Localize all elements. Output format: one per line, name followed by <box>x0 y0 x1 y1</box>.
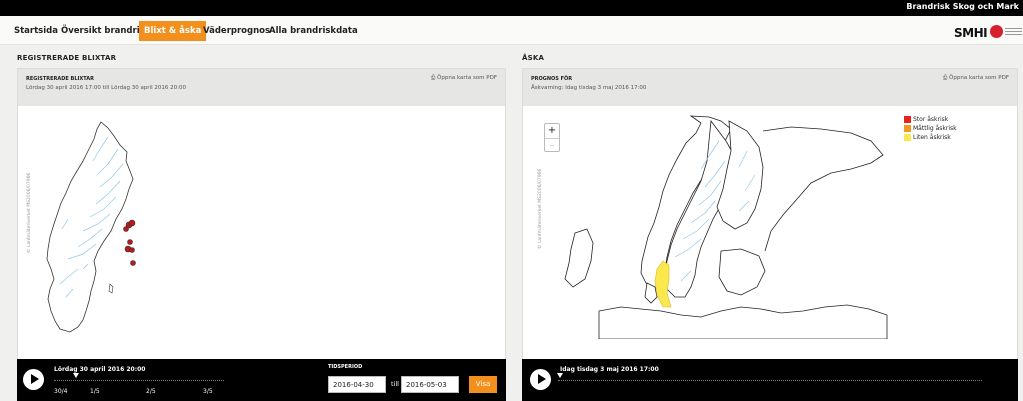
msb-logo <box>990 25 1003 38</box>
top-bar: Brandrisk Skog och Mark <box>0 0 1023 16</box>
open-pdf-link[interactable]: ⎙ Öppna karta som PDF <box>431 75 497 82</box>
play-button[interactable] <box>23 369 44 390</box>
brand-title: Brandrisk Skog och Mark <box>906 2 1019 11</box>
lightning-dot <box>123 226 129 232</box>
scrubber-thumb[interactable] <box>73 373 79 378</box>
map-copyright: © Lantmäteriverket MS2006/07966 <box>538 168 543 249</box>
time-scrubber[interactable] <box>54 380 224 381</box>
thunder-player: Idag tisdag 3 maj 2016 17:00 <box>522 359 1018 401</box>
lightning-box-header: REGISTRERADE BLIXTAR Lördag 30 april 201… <box>18 69 505 106</box>
lightning-map-box: REGISTRERADE BLIXTAR Lördag 30 april 201… <box>17 68 506 379</box>
thunder-box-header: PROGNOS FÖR Åskvarning: Idag tisdag 3 ma… <box>523 69 1017 106</box>
till-label: till <box>391 380 399 388</box>
msb-logo-text <box>1005 26 1022 37</box>
from-date-input[interactable] <box>328 376 386 393</box>
time-scrubber[interactable] <box>558 380 982 381</box>
box-title: REGISTRERADE BLIXTAR <box>26 76 94 82</box>
to-date-input[interactable] <box>401 376 459 393</box>
smhi-logo: SMHI <box>954 26 988 40</box>
legend-swatch <box>904 116 911 123</box>
lightning-dot <box>130 260 136 266</box>
lightning-panel: REGISTRERADE BLIXTAR REGISTRERADE BLIXTA… <box>17 46 506 401</box>
sweden-outline <box>46 121 134 333</box>
printer-icon: ⎙ <box>942 75 948 81</box>
legend-label: Liten åskrisk <box>913 134 951 141</box>
thunder-map[interactable] <box>551 111 891 339</box>
box-subtitle: Lördag 30 april 2016 17:00 till Lördag 3… <box>26 85 186 91</box>
thunder-panel: ÅSKA PROGNOS FÖR Åskvarning: Idag tisdag… <box>522 46 1018 401</box>
gotland-outline <box>108 283 114 294</box>
tidsperiod-label: TIDSPERIOD <box>328 364 363 370</box>
player-time: Lördag 30 april 2016 20:00 <box>54 366 146 373</box>
tick-label: 1/5 <box>90 388 100 395</box>
nav-blixt-aska[interactable]: Blixt & åska <box>139 21 207 41</box>
lightning-player: Lördag 30 april 2016 20:00 30/4 1/5 2/5 … <box>17 359 506 401</box>
lightning-dot <box>129 247 135 253</box>
thunder-map-box: PROGNOS FÖR Åskvarning: Idag tisdag 3 ma… <box>522 68 1018 379</box>
baltics-outline <box>718 248 766 296</box>
box-subtitle: Åskvarning: Idag tisdag 3 maj 2016 17:00 <box>531 85 647 91</box>
lightning-strikes <box>123 219 136 266</box>
play-button[interactable] <box>530 369 551 390</box>
land-outlines <box>564 115 888 339</box>
legend-label: Måttlig åskrisk <box>913 125 957 132</box>
tick-label: 30/4 <box>54 388 68 395</box>
scrubber-thumb[interactable] <box>557 373 563 378</box>
lightning-map[interactable] <box>38 119 148 359</box>
printer-icon: ⎙ <box>430 75 436 81</box>
lightning-dot <box>127 239 133 245</box>
russia-coast <box>762 126 884 252</box>
legend-swatch <box>904 134 911 141</box>
tick-label: 2/5 <box>146 388 156 395</box>
open-pdf-label: Öppna karta som PDF <box>949 75 1009 81</box>
show-button[interactable]: Visa <box>469 376 497 393</box>
open-pdf-label: Öppna karta som PDF <box>437 75 497 81</box>
map-copyright: © Lantmäteriverket MS2006/07966 <box>27 172 32 253</box>
europe-coast <box>598 304 888 339</box>
nav-alla-brandriskdata[interactable]: Alla brandriskdata <box>264 21 363 41</box>
open-pdf-link[interactable]: ⎙ Öppna karta som PDF <box>943 75 1009 82</box>
uk-outline <box>564 228 594 288</box>
main-nav: Startsida Översikt brandrisk Blixt & åsk… <box>0 16 1023 45</box>
lightning-dot <box>128 219 136 227</box>
legend-swatch <box>904 125 911 132</box>
nav-startsida[interactable]: Startsida <box>9 21 63 41</box>
section-title-blixtar: REGISTRERADE BLIXTAR <box>17 54 117 62</box>
legend-label: Stor åskrisk <box>913 116 949 123</box>
section-title-aska: ÅSKA <box>522 54 545 62</box>
player-time: Idag tisdag 3 maj 2016 17:00 <box>560 366 659 373</box>
box-title: PROGNOS FÖR <box>531 76 573 82</box>
tick-label: 3/5 <box>203 388 213 395</box>
